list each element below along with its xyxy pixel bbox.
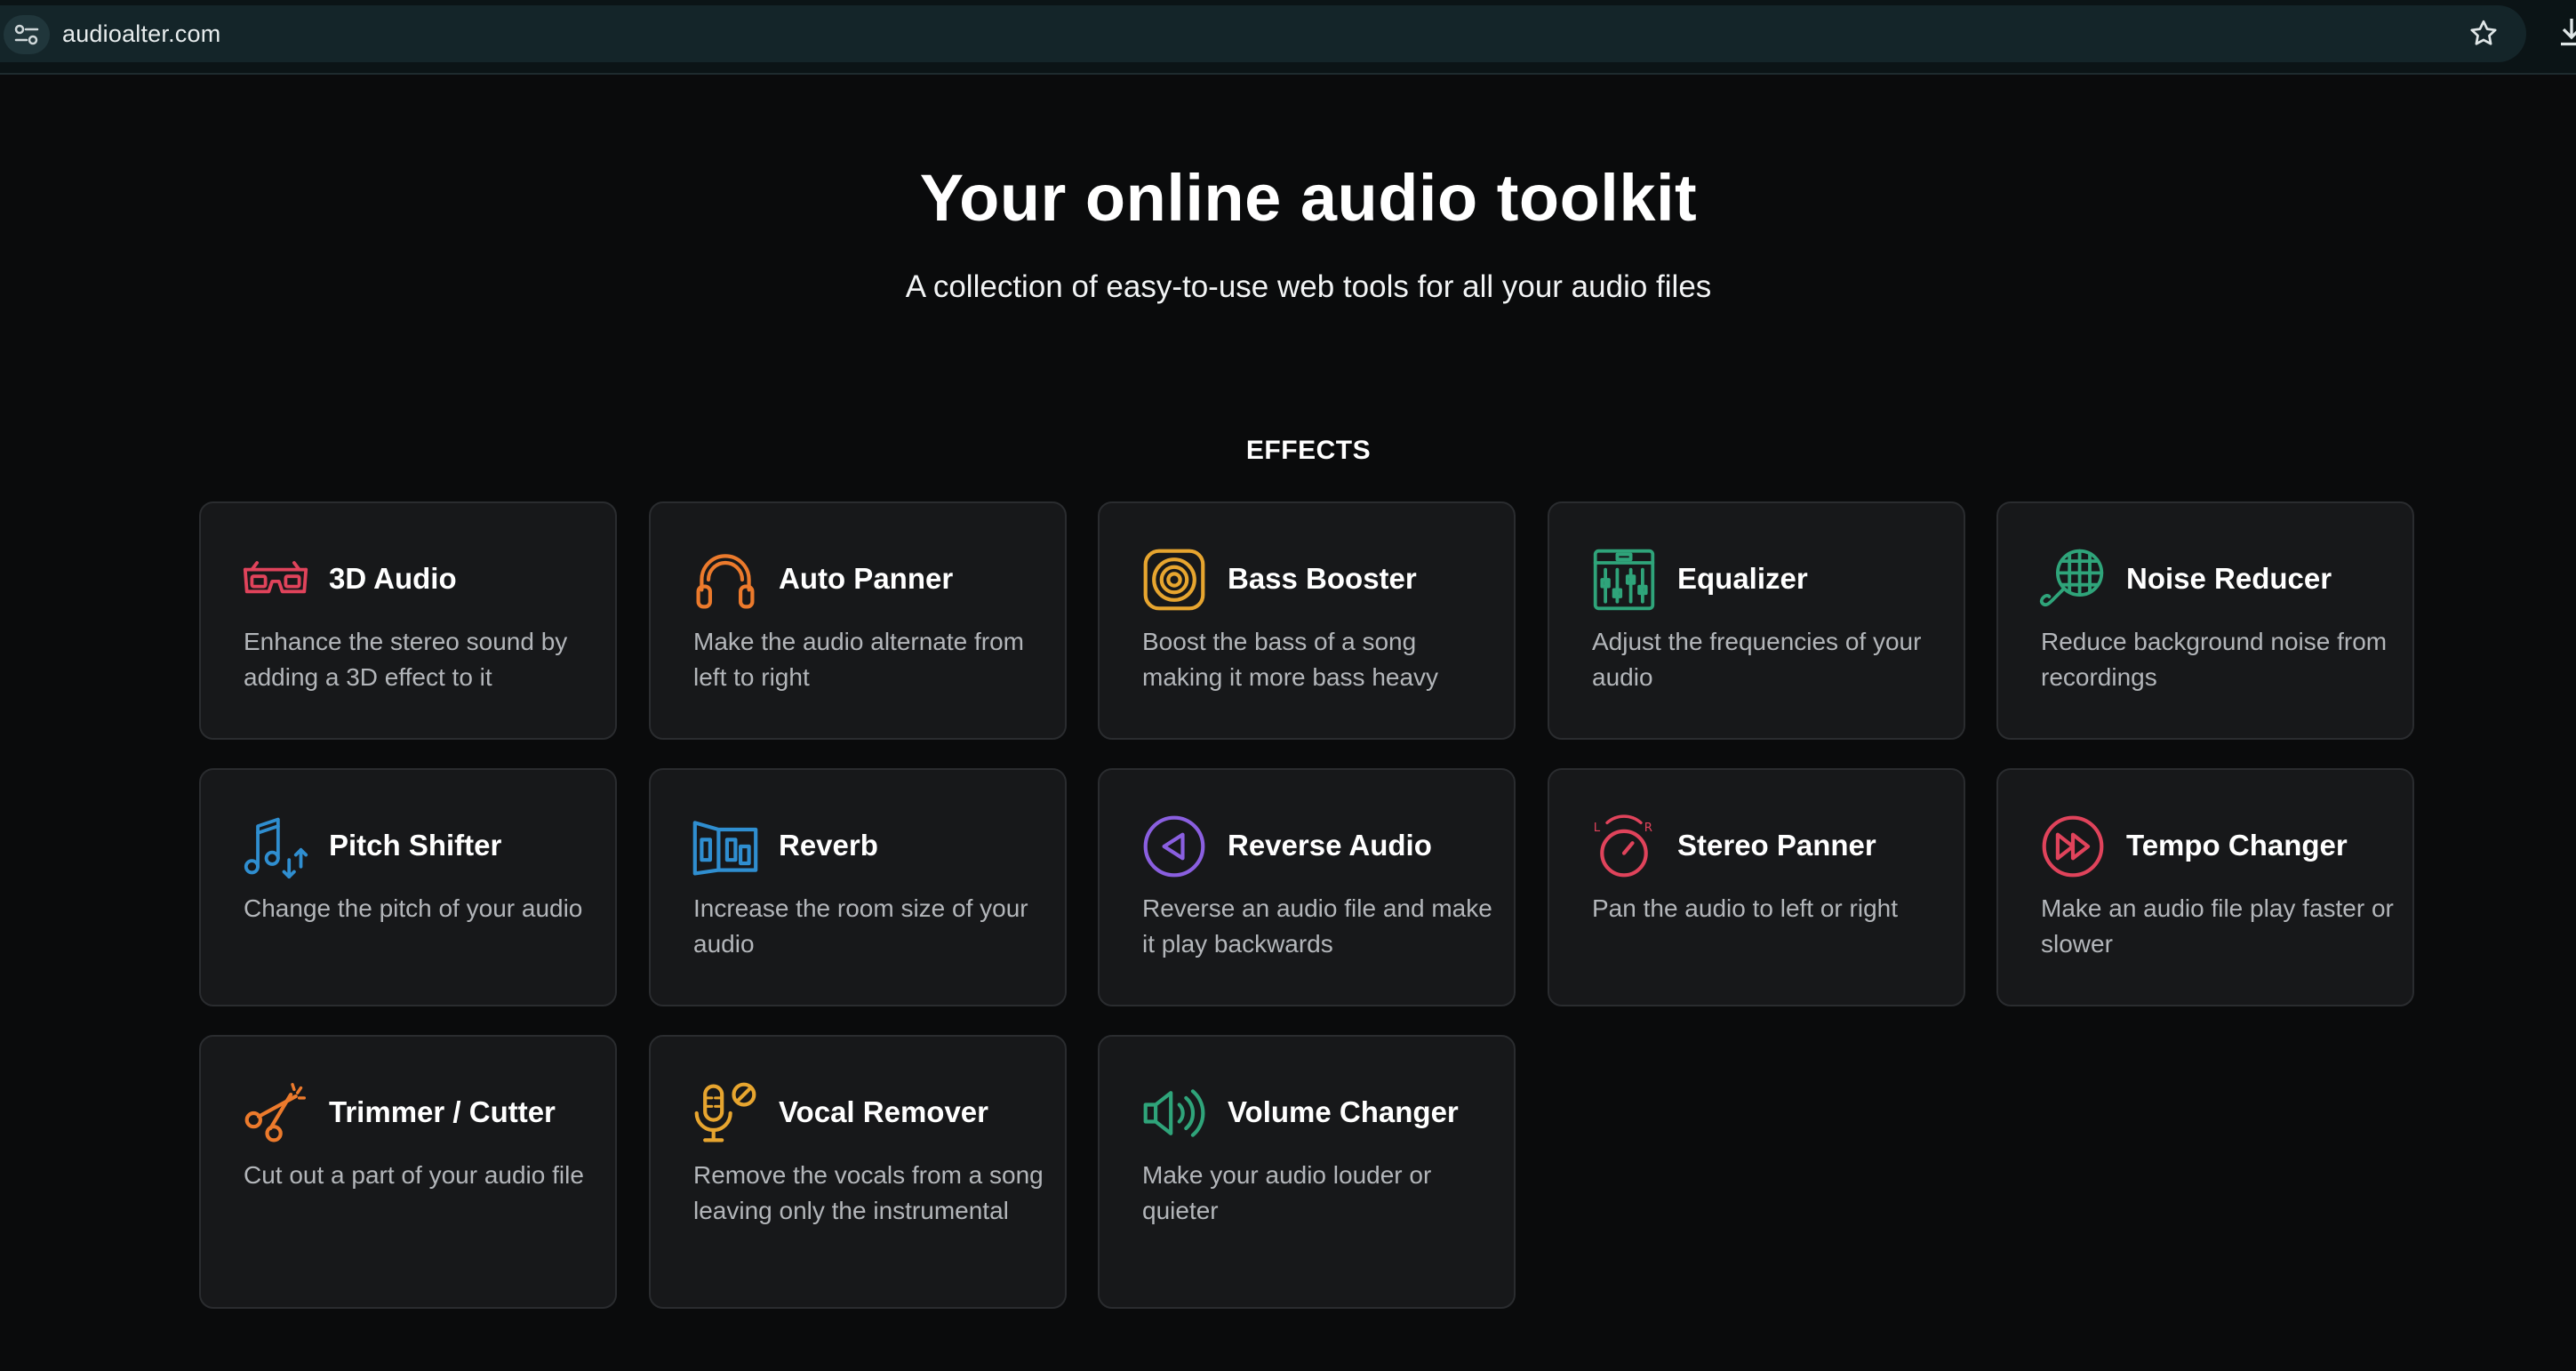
tool-title: Reverse Audio <box>1228 829 1432 862</box>
tool-description: Make the audio alternate from left to ri… <box>693 628 1024 691</box>
tool-description: Cut out a part of your audio file <box>244 1161 584 1189</box>
tool-description: Increase the room size of your audio <box>693 894 1028 958</box>
tool-description: Boost the bass of a song making it more … <box>1142 628 1439 691</box>
room-icon <box>692 813 759 880</box>
tool-title: Pitch Shifter <box>329 829 502 862</box>
headphones-icon <box>692 546 759 613</box>
tool-title: 3D Audio <box>329 562 457 595</box>
tool-title: Stereo Panner <box>1677 829 1876 862</box>
scissors-icon <box>242 1079 309 1147</box>
3d-glasses-icon <box>242 546 309 613</box>
tool-card-reverb[interactable]: Reverb Increase the room size of your au… <box>649 768 1067 1006</box>
svg-text:R: R <box>1644 822 1652 835</box>
tool-card-reverse-audio[interactable]: Reverse Audio Reverse an audio file and … <box>1098 768 1516 1006</box>
tool-card-trimmer-cutter[interactable]: Trimmer / Cutter Cut out a part of your … <box>199 1035 617 1309</box>
tool-card-tempo-changer[interactable]: Tempo Changer Make an audio file play fa… <box>1996 768 2414 1006</box>
tool-card-auto-panner[interactable]: Auto Panner Make the audio alternate fro… <box>649 501 1067 740</box>
tool-description: Adjust the frequencies of your audio <box>1592 628 1922 691</box>
tool-title: Tempo Changer <box>2126 829 2348 862</box>
tool-title: Reverb <box>779 829 878 862</box>
speaker-icon <box>1140 546 1208 613</box>
tool-card-stereo-panner[interactable]: L R Stereo Panner Pan the audio to left … <box>1548 768 1965 1006</box>
tool-description: Remove the vocals from a song leaving on… <box>693 1161 1044 1224</box>
volume-icon <box>1140 1079 1208 1147</box>
tool-description: Pan the audio to left or right <box>1592 894 1898 922</box>
tool-description: Reverse an audio file and make it play b… <box>1142 894 1492 958</box>
tools-grid: 3D Audio Enhance the stereo sound by add… <box>0 0 2576 1371</box>
tool-title: Bass Booster <box>1228 562 1417 595</box>
tool-description: Enhance the stereo sound by adding a 3D … <box>244 628 568 691</box>
tool-description: Reduce background noise from recordings <box>2041 628 2388 691</box>
fast-forward-icon <box>2039 813 2107 880</box>
svg-text:L: L <box>1594 822 1601 835</box>
tool-title: Volume Changer <box>1228 1095 1459 1128</box>
equalizer-icon <box>1590 546 1658 613</box>
tool-card-noise-reducer[interactable]: Noise Reducer Reduce background noise fr… <box>1996 501 2414 740</box>
tool-title: Vocal Remover <box>779 1095 988 1128</box>
tool-description: Change the pitch of your audio <box>244 894 583 922</box>
tool-card-pitch-shifter[interactable]: Pitch Shifter Change the pitch of your a… <box>199 768 617 1006</box>
pan-knob-icon: L R <box>1590 813 1658 880</box>
tool-card-equalizer[interactable]: Equalizer Adjust the frequencies of your… <box>1548 501 1965 740</box>
tool-card-3d-audio[interactable]: 3D Audio Enhance the stereo sound by add… <box>199 501 617 740</box>
tool-card-vocal-remover[interactable]: Vocal Remover Remove the vocals from a s… <box>649 1035 1067 1309</box>
tool-title: Auto Panner <box>779 562 954 595</box>
tool-title: Noise Reducer <box>2126 562 2332 595</box>
tool-title: Trimmer / Cutter <box>329 1095 556 1128</box>
microphone-off-icon <box>692 1079 759 1147</box>
music-note-updown-icon <box>242 813 309 880</box>
tool-title: Equalizer <box>1677 562 1808 595</box>
reverse-play-icon <box>1140 813 1208 880</box>
tool-card-volume-changer[interactable]: Volume Changer Make your audio louder or… <box>1098 1035 1516 1309</box>
tool-description: Make an audio file play faster or slower <box>2041 894 2394 958</box>
tool-card-bass-booster[interactable]: Bass Booster Boost the bass of a song ma… <box>1098 501 1516 740</box>
microphone-mesh-icon <box>2039 546 2107 613</box>
tool-description: Make your audio louder or quieter <box>1142 1161 1432 1224</box>
